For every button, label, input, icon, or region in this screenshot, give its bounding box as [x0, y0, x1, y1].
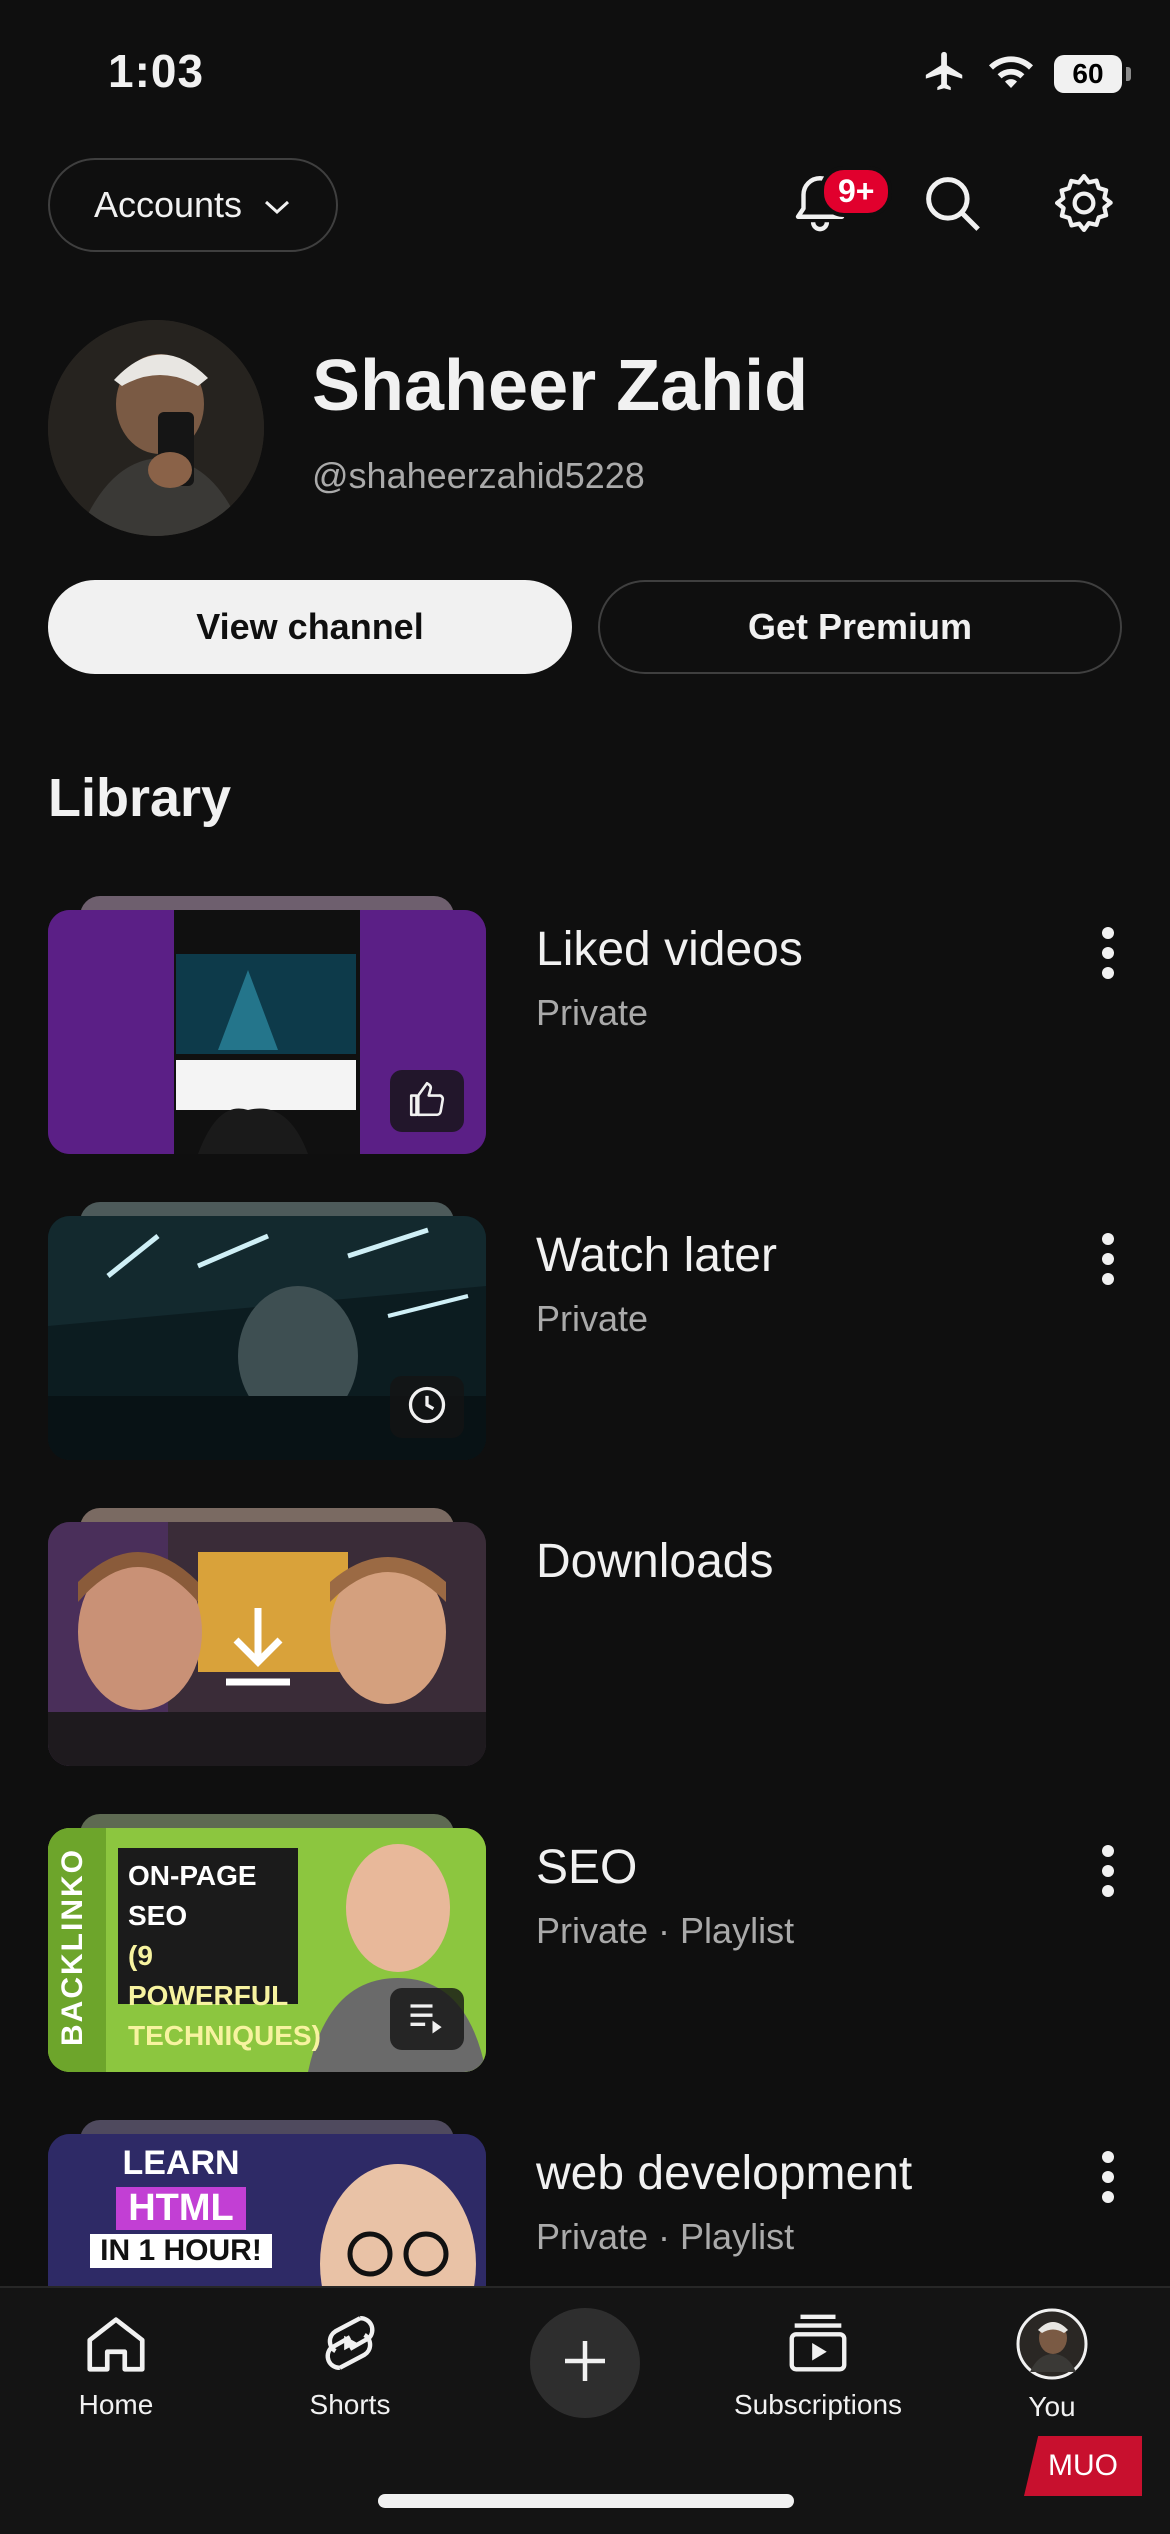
- more-options-button[interactable]: [1086, 920, 1130, 990]
- library-item-watch-later[interactable]: Watch later Private: [0, 1202, 1170, 1462]
- nav-you[interactable]: You: [952, 2308, 1152, 2423]
- home-indicator[interactable]: [378, 2494, 794, 2508]
- thumbs-up-icon: [406, 1078, 448, 1125]
- home-icon: [81, 2308, 151, 2383]
- profile-handle: @shaheerzahid5228: [312, 455, 645, 496]
- web-dev-thumb-line: HTML: [116, 2187, 246, 2230]
- seo-thumb-line: (9 POWERFUL: [128, 1940, 289, 2011]
- library-item-title: Downloads: [536, 1535, 774, 1588]
- nav-subscriptions[interactable]: Subscriptions: [718, 2308, 918, 2421]
- profile-avatar[interactable]: [48, 320, 264, 536]
- more-options-button[interactable]: [1086, 1226, 1130, 1296]
- settings-button[interactable]: [1044, 165, 1124, 245]
- library-item-title: Liked videos: [536, 923, 803, 976]
- download-icon: [218, 1602, 298, 1697]
- more-vertical-icon: [1101, 1231, 1115, 1292]
- plus-icon: [555, 2331, 615, 2396]
- seo-thumb-line: ON-PAGE SEO: [128, 1860, 257, 1931]
- library-item-title: web development: [536, 2147, 913, 2200]
- you-avatar-icon: [1016, 2308, 1088, 2385]
- more-options-button[interactable]: [1086, 2144, 1130, 2214]
- library-item-downloads[interactable]: Downloads: [0, 1508, 1170, 1768]
- seo-thumb-line: TECHNIQUES): [128, 2020, 321, 2051]
- playlist-badge: [390, 1988, 464, 2050]
- nav-home[interactable]: Home: [16, 2308, 216, 2421]
- status-icons: 60: [922, 48, 1131, 99]
- downloads-thumbnail: [48, 1522, 486, 1766]
- airplane-mode-icon: [922, 48, 968, 99]
- liked-videos-thumbnail: [48, 910, 486, 1154]
- library-item-subtitle: Private: [536, 992, 649, 1033]
- shorts-icon: [315, 2308, 385, 2383]
- more-vertical-icon: [1101, 1843, 1115, 1904]
- chevron-down-icon: [262, 184, 292, 226]
- nav-shorts[interactable]: Shorts: [250, 2308, 450, 2421]
- liked-badge: [390, 1070, 464, 1132]
- more-vertical-icon: [1101, 925, 1115, 986]
- gear-icon: [1050, 169, 1118, 242]
- nav-label: You: [1028, 2391, 1076, 2422]
- web-dev-thumb-line: LEARN: [122, 2144, 240, 2182]
- muo-watermark: MUO: [1024, 2436, 1142, 2496]
- wifi-icon: [986, 51, 1036, 96]
- library-item-subtitle: Private: [536, 1298, 649, 1339]
- create-button[interactable]: [530, 2308, 640, 2418]
- seo-thumb-side-text: BACKLINKO: [56, 1848, 89, 2046]
- battery-indicator: 60: [1054, 54, 1131, 93]
- nav-label: Subscriptions: [733, 2389, 903, 2420]
- library-item-seo[interactable]: BACKLINKO ON-PAGE SEO (9 POWERFUL TECHNI…: [0, 1814, 1170, 2074]
- seo-thumb-text: ON-PAGE SEO (9 POWERFUL TECHNIQUES): [128, 1856, 321, 2056]
- search-button[interactable]: [912, 165, 992, 245]
- accounts-label: Accounts: [93, 184, 243, 225]
- watch-later-thumbnail: [48, 1216, 486, 1460]
- library-item-liked-videos[interactable]: Liked videos Private: [0, 896, 1170, 1156]
- watch-later-badge: [390, 1376, 464, 1438]
- library-item-subtitle: Private · Playlist: [536, 1910, 795, 1951]
- library-item-title: SEO: [536, 1841, 638, 1894]
- accounts-button[interactable]: Accounts: [48, 158, 338, 252]
- nav-label: Shorts: [309, 2389, 391, 2420]
- nav-label: Home: [78, 2389, 154, 2420]
- library-item-subtitle: Private · Playlist: [536, 2216, 795, 2257]
- profile-name: Shaheer Zahid: [312, 346, 809, 426]
- web-dev-thumb-text: LEARN HTML IN 1 HOUR!: [66, 2144, 296, 2268]
- status-time: 1:03: [108, 45, 205, 97]
- web-dev-thumb-line: IN 1 HOUR!: [90, 2234, 272, 2268]
- seo-thumbnail: BACKLINKO ON-PAGE SEO (9 POWERFUL TECHNI…: [48, 1828, 486, 2072]
- search-icon: [919, 170, 985, 241]
- view-channel-button[interactable]: View channel: [48, 580, 572, 674]
- more-vertical-icon: [1101, 2149, 1115, 2210]
- library-item-title: Watch later: [536, 1229, 777, 1282]
- playlist-icon: [405, 1995, 449, 2044]
- subscriptions-icon: [783, 2308, 853, 2383]
- library-heading: Library: [48, 768, 232, 828]
- get-premium-button[interactable]: Get Premium: [598, 580, 1122, 674]
- more-options-button[interactable]: [1086, 1838, 1130, 1908]
- notification-badge: 9+: [820, 166, 893, 217]
- clock-icon: [405, 1383, 449, 1432]
